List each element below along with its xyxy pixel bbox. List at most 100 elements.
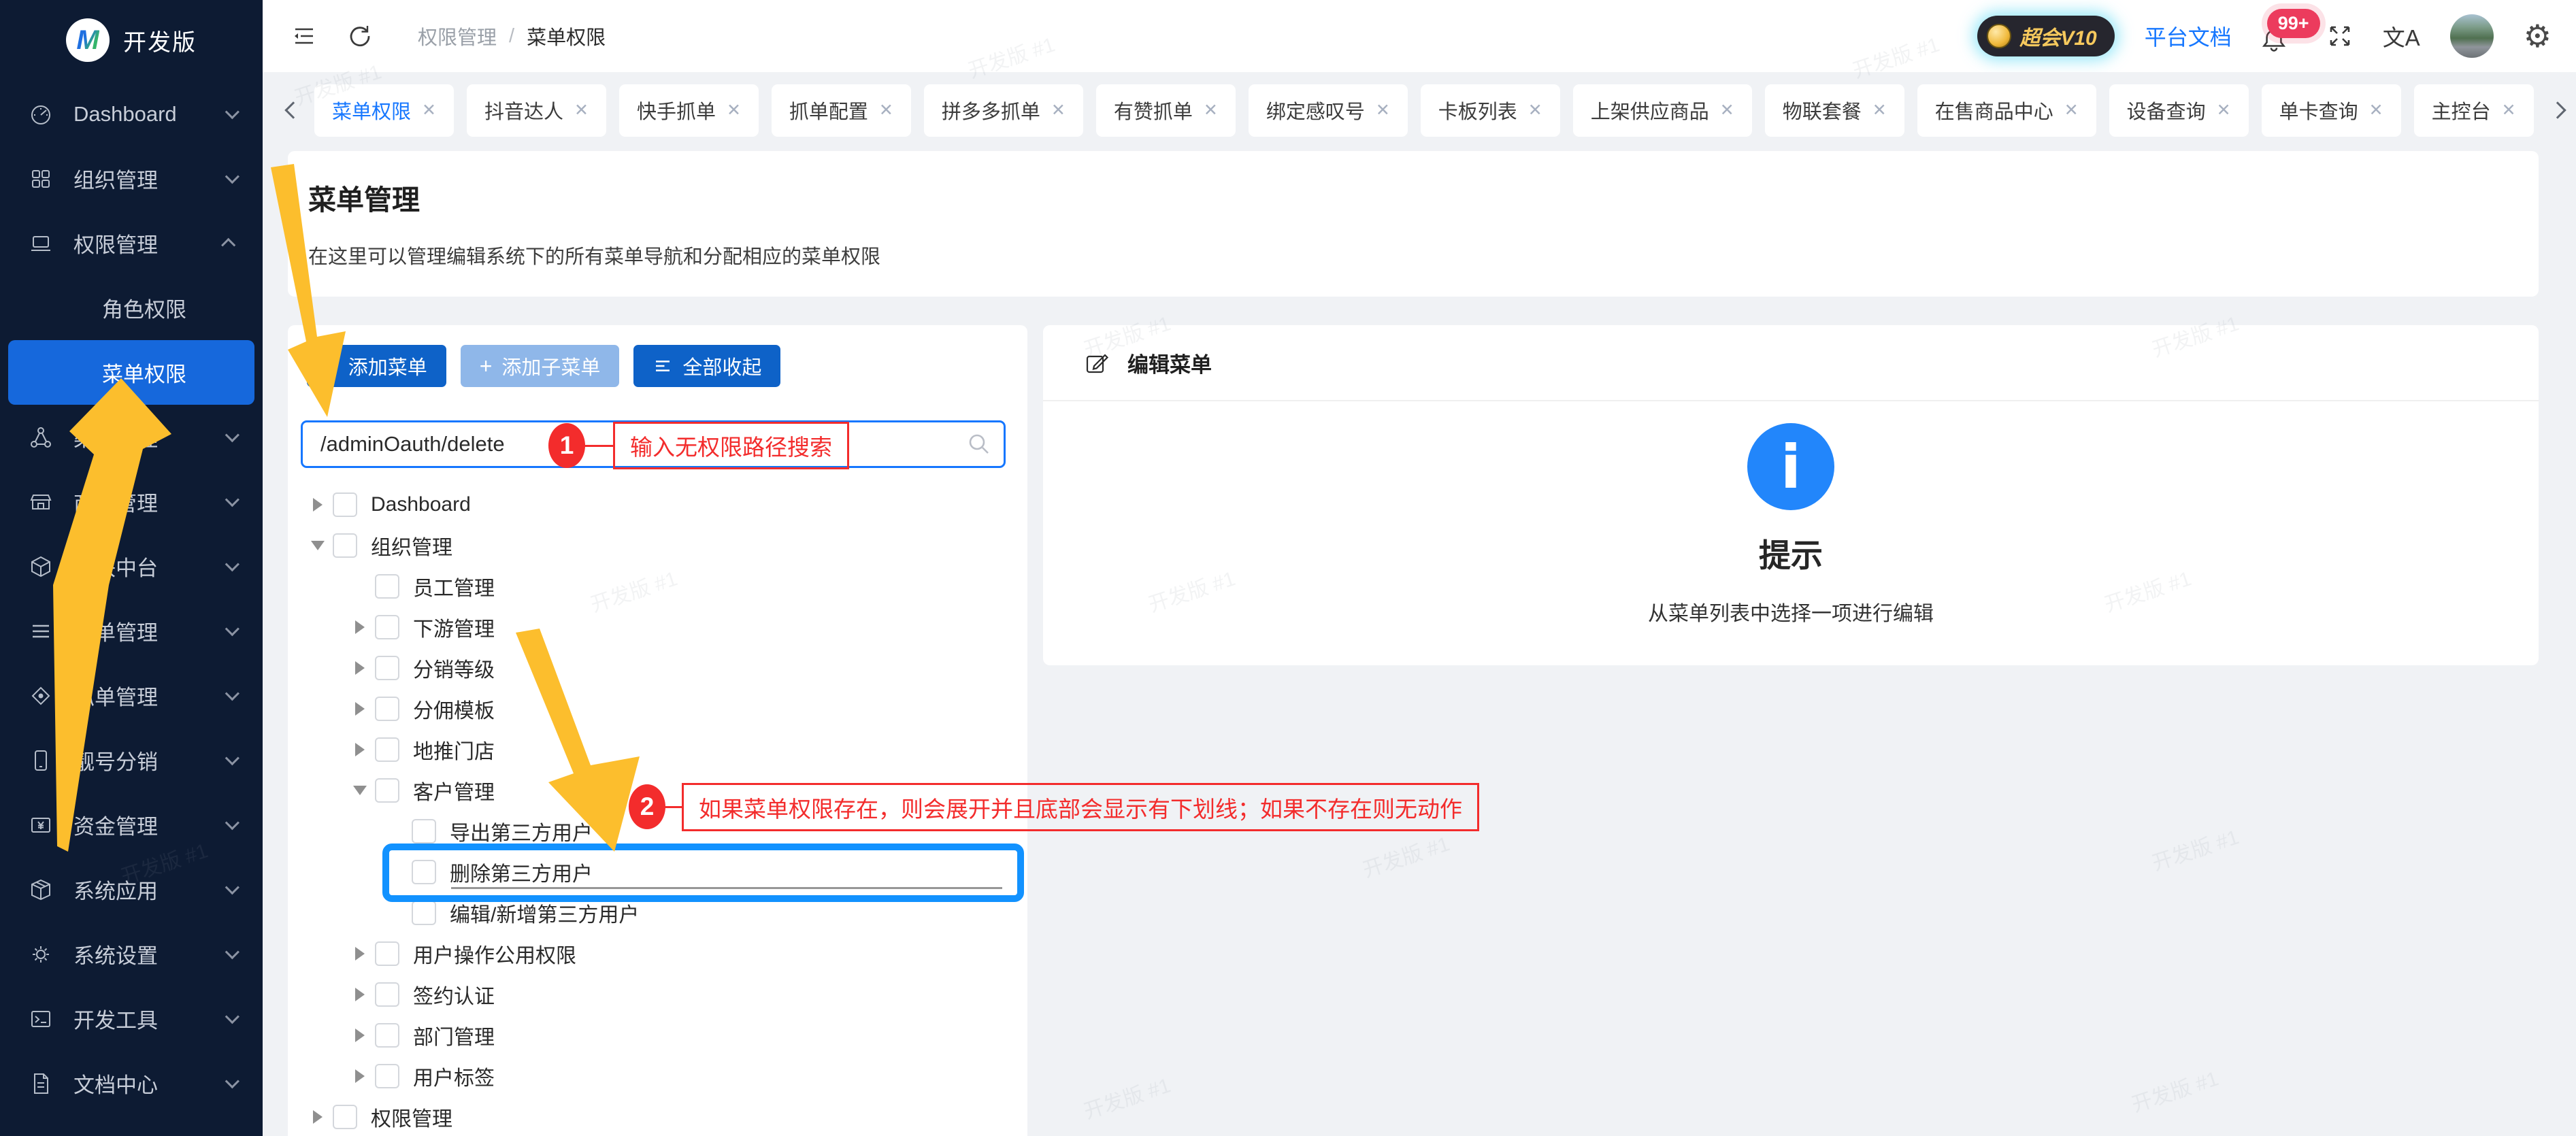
caret-right-icon[interactable]	[355, 988, 365, 1001]
tree-row[interactable]: 签约认证	[288, 974, 1027, 1015]
tree-row[interactable]: 下游管理	[288, 607, 1027, 648]
close-icon[interactable]: ✕	[2064, 100, 2079, 120]
tabs-scroll-left-icon[interactable]	[284, 101, 301, 118]
sidebar-item-menu-permission[interactable]: 菜单权限	[8, 340, 254, 405]
sidebar-item-iot[interactable]: 物联中台	[0, 534, 263, 599]
caret-right-icon[interactable]	[355, 947, 365, 960]
close-icon[interactable]: ✕	[2502, 100, 2516, 120]
tab-bind[interactable]: 绑定感叹号✕	[1249, 84, 1408, 137]
tree-row[interactable]: 用户操作公用权限	[288, 933, 1027, 974]
caret-right-icon[interactable]	[355, 1029, 365, 1042]
tree-row[interactable]: 编辑/新增第三方用户	[288, 892, 1027, 933]
tab-grab-config[interactable]: 抓单配置✕	[772, 84, 911, 137]
search-icon[interactable]	[966, 431, 992, 457]
caret-right-icon[interactable]	[355, 743, 365, 756]
sidebar-item-devtool[interactable]: 开发工具	[0, 986, 263, 1051]
breadcrumb-parent[interactable]: 权限管理	[418, 22, 497, 50]
sidebar-item-grab[interactable]: 抓单管理	[0, 663, 263, 728]
close-icon[interactable]: ✕	[1376, 100, 1390, 120]
sidebar-item-org[interactable]: 组织管理	[0, 146, 263, 211]
vip-badge[interactable]: 超会V10	[1977, 16, 2114, 56]
close-icon[interactable]: ✕	[727, 100, 741, 120]
caret-right-icon[interactable]	[355, 1069, 365, 1083]
platform-docs-link[interactable]: 平台文档	[2145, 20, 2232, 52]
sidebar-item-fund[interactable]: 资金管理	[0, 792, 263, 857]
tab-console[interactable]: 主控台✕	[2414, 84, 2534, 137]
checkbox[interactable]	[375, 1023, 399, 1048]
checkbox[interactable]	[412, 901, 436, 925]
sidebar-item-number[interactable]: 靓号分销	[0, 728, 263, 792]
collapse-all-button[interactable]: 全部收起	[633, 345, 780, 387]
caret-down-icon[interactable]	[353, 786, 367, 795]
checkbox[interactable]	[375, 656, 399, 680]
add-submenu-button[interactable]: +添加子菜单	[461, 345, 620, 387]
checkbox[interactable]	[375, 982, 399, 1007]
sidebar-item-sysapp[interactable]: 系统应用	[0, 857, 263, 922]
tree-row[interactable]: 员工管理	[288, 566, 1027, 607]
tab-card-query[interactable]: 单卡查询✕	[2262, 84, 2401, 137]
sidebar-item-channel[interactable]: 渠道管理	[0, 405, 263, 469]
tab-card-board[interactable]: 卡板列表✕	[1421, 84, 1560, 137]
sidebar-item-product[interactable]: 商品管理	[0, 469, 263, 534]
add-menu-button[interactable]: +添加菜单	[307, 345, 446, 387]
tree-row[interactable]: 部门管理	[288, 1015, 1027, 1056]
tab-supply[interactable]: 上架供应商品✕	[1573, 84, 1752, 137]
checkbox[interactable]	[375, 615, 399, 639]
caret-right-icon[interactable]	[313, 1110, 323, 1124]
close-icon[interactable]: ✕	[574, 100, 589, 120]
tree-row[interactable]: 分销等级	[288, 648, 1027, 688]
tab-menu-permission[interactable]: 菜单权限✕	[314, 84, 454, 137]
refresh-icon[interactable]	[347, 23, 373, 49]
tree-row[interactable]: Dashboard	[288, 484, 1027, 525]
caret-right-icon[interactable]	[355, 661, 365, 675]
close-icon[interactable]: ✕	[2369, 100, 2383, 120]
tree-row[interactable]: 组织管理	[288, 525, 1027, 566]
close-icon[interactable]: ✕	[1528, 100, 1542, 120]
avatar[interactable]	[2450, 14, 2494, 58]
tab-kuaishou[interactable]: 快手抓单✕	[619, 84, 759, 137]
checkbox[interactable]	[375, 737, 399, 762]
close-icon[interactable]: ✕	[1204, 100, 1218, 120]
checkbox[interactable]	[333, 492, 357, 517]
caret-down-icon[interactable]	[311, 541, 325, 550]
sidebar-item-role-permission[interactable]: 角色权限	[0, 275, 263, 340]
caret-right-icon[interactable]	[355, 620, 365, 634]
tab-douyin[interactable]: 抖音达人✕	[467, 84, 606, 137]
checkbox[interactable]	[333, 1105, 357, 1129]
close-icon[interactable]: ✕	[1872, 100, 1887, 120]
tab-pdd[interactable]: 拼多多抓单✕	[924, 84, 1083, 137]
close-icon[interactable]: ✕	[422, 100, 436, 120]
close-icon[interactable]: ✕	[2217, 100, 2231, 120]
sidebar-item-dashboard[interactable]: Dashboard	[0, 82, 263, 146]
caret-right-icon[interactable]	[313, 498, 323, 512]
tab-iot-plan[interactable]: 物联套餐✕	[1765, 84, 1904, 137]
tabs-scroll-right-icon[interactable]	[2549, 101, 2566, 118]
sidebar-item-syssetting[interactable]: 系统设置	[0, 922, 263, 986]
language-icon[interactable]: 文A	[2383, 20, 2420, 52]
menu-fold-icon[interactable]	[291, 23, 317, 49]
close-icon[interactable]: ✕	[879, 100, 893, 120]
tree-row[interactable]: 地推门店	[288, 729, 1027, 770]
tab-device-query[interactable]: 设备查询✕	[2109, 84, 2249, 137]
caret-right-icon[interactable]	[355, 702, 365, 716]
checkbox[interactable]	[412, 860, 436, 884]
tab-onsale[interactable]: 在售商品中心✕	[1917, 84, 2096, 137]
tree-row[interactable]: 用户标签	[288, 1056, 1027, 1097]
fullscreen-icon[interactable]	[2327, 23, 2353, 49]
close-icon[interactable]: ✕	[1720, 100, 1734, 120]
settings-gear-icon[interactable]: ⚙	[2524, 20, 2552, 52]
close-icon[interactable]: ✕	[1051, 100, 1066, 120]
sidebar-item-docs[interactable]: 文档中心	[0, 1051, 263, 1116]
sidebar-item-permission[interactable]: 权限管理	[0, 211, 263, 275]
sidebar-item-order[interactable]: 订单管理	[0, 599, 263, 663]
checkbox[interactable]	[375, 697, 399, 721]
tree-row[interactable]: 权限管理	[288, 1097, 1027, 1136]
notification-bell[interactable]: 99+	[2262, 14, 2297, 58]
checkbox[interactable]	[333, 533, 357, 558]
tree-row[interactable]: 分佣模板	[288, 688, 1027, 729]
checkbox[interactable]	[375, 941, 399, 966]
checkbox[interactable]	[375, 1064, 399, 1088]
logo[interactable]: M 开发版	[0, 0, 263, 80]
tree-row-highlighted[interactable]: 删除第三方用户	[288, 852, 1027, 892]
checkbox[interactable]	[375, 574, 399, 599]
